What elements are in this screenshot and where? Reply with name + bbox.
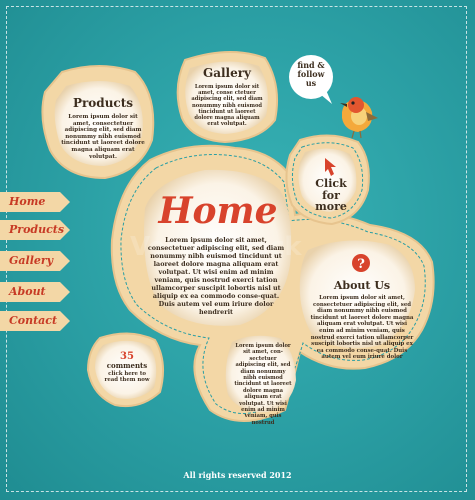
svg-text:?: ? xyxy=(357,257,365,272)
products-text: Lorem ipsum dolor sit amet, consectetuer… xyxy=(61,114,145,160)
nav-home[interactable]: Home xyxy=(0,192,70,212)
products-panel[interactable]: Products Lorem ipsum dolor sit amet, con… xyxy=(60,96,146,160)
products-title: Products xyxy=(72,96,134,110)
home-text: Lorem ipsum dolor sit amet, consectetuer… xyxy=(147,236,285,316)
nav-contact[interactable]: Contact xyxy=(0,311,70,331)
click-for-more-button[interactable]: Click for more xyxy=(306,178,356,213)
bird-icon xyxy=(340,97,378,139)
gallery-panel[interactable]: Gallery Lorem ipsum dolor sit amet, cons… xyxy=(190,66,264,127)
nav-products-label: Products xyxy=(9,223,65,236)
about-panel[interactable]: About Us Lorem ipsum dolor sit amet, con… xyxy=(310,279,414,361)
follow-us-link[interactable]: find & follow us xyxy=(294,61,328,88)
comments-label: comments xyxy=(106,361,148,370)
about-text: Lorem ipsum dolor sit amet, consectetuer… xyxy=(310,295,414,361)
comments-hint: click here to read them now xyxy=(104,371,150,384)
nav-gallery[interactable]: Gallery xyxy=(0,251,70,271)
nav-about-label: About xyxy=(9,285,46,298)
home-panel: Home xyxy=(148,190,288,232)
news-text: Lorem ipsum dolor sit amet, con-sectetue… xyxy=(234,343,292,426)
home-text-block: Lorem ipsum dolor sit amet, consectetuer… xyxy=(146,236,286,316)
click-for-more-text: Click for more xyxy=(315,177,347,213)
gallery-text: Lorem ipsum dolor sit amet, conse ctetue… xyxy=(191,84,263,128)
footer-copyright: All rights reserved 2012 xyxy=(183,470,292,480)
nav-contact-label: Contact xyxy=(9,314,58,327)
nav-home-label: Home xyxy=(9,195,46,208)
page: ? VectorStock Home Products Gallery Abou… xyxy=(0,0,475,500)
about-title: About Us xyxy=(333,279,391,292)
home-title: Home xyxy=(158,190,278,232)
news-panel: Lorem ipsum dolor sit amet, con-sectetue… xyxy=(234,343,292,426)
gallery-title: Gallery xyxy=(202,66,252,80)
comments-link[interactable]: 35 comments click here to read them now xyxy=(102,352,152,384)
nav-gallery-label: Gallery xyxy=(9,254,54,267)
follow-us-text: find & follow us xyxy=(297,60,325,88)
nav-about[interactable]: About xyxy=(0,282,70,302)
help-icon: ? xyxy=(352,254,370,272)
nav-products[interactable]: Products xyxy=(0,220,70,240)
